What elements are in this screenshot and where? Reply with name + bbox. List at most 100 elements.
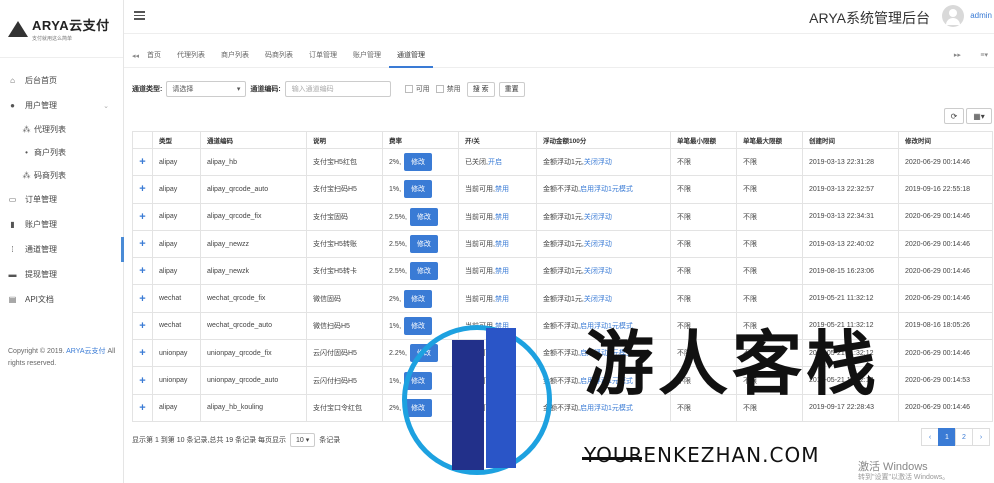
toggle-float-link[interactable]: 关闭浮动 — [584, 268, 612, 275]
sidebar-item-api-docs[interactable]: ▤ API文档 — [0, 287, 123, 312]
toggle-float-link[interactable]: 启用浮动1元模式 — [580, 186, 633, 193]
sidebar-item-withdrawals[interactable]: ▬ 提现管理 — [0, 262, 123, 287]
cell-code: alipay_newzz — [200, 229, 307, 259]
reset-button[interactable]: 重置 — [498, 81, 525, 97]
cell-max: 不限 — [736, 284, 803, 313]
toggle-float-link[interactable]: 关闭浮动 — [584, 159, 612, 166]
page-next-button[interactable]: › — [972, 428, 990, 446]
sidebar-item-accounts[interactable]: ▮ 账户管理 — [0, 212, 123, 237]
tab-channels[interactable]: 通道管理 — [389, 44, 434, 68]
cell-rate: 2.5%, 修改 — [382, 257, 459, 286]
brand-title: ARYA云支付 — [32, 18, 110, 33]
page-size-select[interactable]: 10 ▾ — [290, 433, 316, 447]
cell-created: 2019-08-15 16:23:06 — [802, 257, 899, 286]
expand-row-icon[interactable]: + — [132, 175, 153, 204]
expand-row-icon[interactable]: + — [132, 366, 153, 395]
grid-icon: ▦▾ — [973, 111, 985, 121]
cell-float: 金额浮动1元,关闭浮动 — [536, 257, 671, 286]
cell-type: unionpay — [152, 339, 201, 368]
expand-row-icon[interactable]: + — [132, 284, 153, 313]
disabled-checkbox[interactable]: 禁用 — [435, 84, 461, 94]
code-input[interactable]: 输入通道编码 — [284, 81, 391, 97]
cell-modified: 2020-06-29 00:14:46 — [898, 147, 993, 177]
cell-type: alipay — [152, 175, 201, 204]
expand-row-icon[interactable]: + — [132, 339, 153, 368]
page-prev-button[interactable]: ‹ — [921, 428, 939, 446]
cell-status: 已关闭,开启 — [458, 147, 537, 177]
copyright-link[interactable]: ARYA云支付 — [66, 348, 105, 355]
toggle-status-link[interactable]: 禁用 — [495, 241, 509, 248]
page-1-button[interactable]: 1 — [938, 428, 956, 446]
cell-min: 不限 — [670, 147, 737, 177]
expand-row-icon[interactable]: + — [132, 202, 153, 231]
cell-max: 不限 — [736, 257, 803, 286]
cell-desc: 云闪付扫码H5 — [306, 366, 383, 395]
user-menu[interactable]: admin — [970, 11, 992, 20]
cell-status: 当前可用,禁用 — [458, 202, 537, 231]
toggle-status-link[interactable]: 禁用 — [495, 296, 509, 303]
chevron-down-icon: ▾ — [236, 86, 241, 93]
available-checkbox[interactable]: 可用 — [404, 84, 430, 94]
edit-rate-button[interactable]: 修改 — [409, 207, 438, 226]
toggle-status-link[interactable]: 禁用 — [495, 268, 509, 275]
cell-desc: 支付宝H5红包 — [306, 147, 383, 177]
search-button[interactable]: 搜 索 — [466, 81, 495, 97]
tab-scroll-left-icon[interactable]: ◂◂ — [132, 52, 139, 60]
tab-actions-icon[interactable]: ▸▸ ≡▾ — [954, 44, 988, 68]
expand-row-icon[interactable]: + — [132, 147, 153, 177]
page-title: ARYA系统管理后台 — [809, 10, 930, 26]
sidebar-item-home[interactable]: ⌂ 后台首页 — [0, 68, 123, 93]
edit-rate-button[interactable]: 修改 — [409, 235, 438, 254]
cell-created: 2019-03-13 22:31:28 — [802, 147, 899, 177]
cell-desc: 支付宝H5转账 — [306, 229, 383, 259]
sidebar-item-orders[interactable]: ▭ 订单管理 — [0, 187, 123, 212]
expand-row-icon[interactable]: + — [132, 229, 153, 259]
tab-agents[interactable]: 代理列表 — [169, 44, 213, 68]
toggle-status-link[interactable]: 禁用 — [495, 186, 509, 193]
credit-icon: ▬ — [8, 270, 17, 279]
expand-row-icon[interactable]: + — [132, 311, 153, 341]
tab-home[interactable]: 首页 — [139, 44, 169, 68]
toggle-float-link[interactable]: 关闭浮动 — [584, 214, 612, 221]
avatar[interactable] — [942, 5, 964, 27]
page-2-button[interactable]: 2 — [955, 428, 973, 446]
cell-status: 当前可用,禁用 — [458, 257, 537, 286]
edit-rate-button[interactable]: 修改 — [404, 153, 433, 172]
columns-button[interactable]: ▦▾ — [966, 108, 992, 124]
toggle-float-link[interactable]: 关闭浮动 — [584, 296, 612, 303]
cell-modified: 2020-06-29 00:14:46 — [898, 284, 993, 313]
sidebar-item-code-merchants[interactable]: ⁂ 码商列表 — [0, 164, 123, 187]
menu-toggle-icon[interactable] — [134, 11, 145, 20]
toggle-float-link[interactable]: 关闭浮动 — [584, 241, 612, 248]
table-row: + wechat wechat_qrcode_fix 微信固码 2%, 修改 当前可用,禁用… — [132, 284, 993, 313]
sidebar-item-merchants[interactable]: • 商户列表 — [0, 141, 123, 164]
sidebar-item-agents[interactable]: ⁂ 代理列表 — [0, 118, 123, 141]
sidebar-item-channels[interactable]: ⁞ 通道管理 — [0, 237, 124, 262]
money-icon: ▮ — [10, 220, 15, 229]
type-select[interactable]: 请选择 ▾ — [166, 81, 247, 97]
expand-row-icon[interactable]: + — [132, 393, 153, 422]
toggle-status-link[interactable]: 开启 — [488, 159, 502, 166]
cell-modified: 2020-06-29 00:14:46 — [898, 393, 993, 422]
edit-rate-button[interactable]: 修改 — [404, 316, 433, 335]
tab-code-merchants[interactable]: 码商列表 — [257, 44, 301, 68]
cell-max: 不限 — [736, 147, 803, 177]
expand-row-icon[interactable]: + — [132, 257, 153, 286]
type-label: 通道类型: — [132, 86, 163, 93]
code-label: 通道编码: — [250, 86, 281, 93]
cell-code: unionpay_qrcode_auto — [200, 366, 307, 395]
cell-code: alipay_qrcode_fix — [200, 202, 307, 231]
sidebar-item-user-management[interactable]: ● 用户管理 ⌄ — [0, 93, 123, 118]
cell-desc: 支付宝H5转卡 — [306, 257, 383, 286]
edit-rate-button[interactable]: 修改 — [409, 262, 438, 281]
toggle-status-link[interactable]: 禁用 — [495, 214, 509, 221]
edit-rate-button[interactable]: 修改 — [404, 180, 433, 199]
tab-accounts[interactable]: 账户管理 — [345, 44, 389, 68]
edit-rate-button[interactable]: 修改 — [404, 289, 433, 308]
tab-merchants[interactable]: 商户列表 — [213, 44, 257, 68]
cell-float: 金额浮动1元,关闭浮动 — [536, 229, 671, 259]
refresh-button[interactable]: ⟳ — [944, 108, 964, 124]
tab-orders[interactable]: 订单管理 — [301, 44, 345, 68]
logo[interactable]: ARYA云支付 支付就用这么简单 — [0, 0, 123, 58]
home-icon: ⌂ — [10, 76, 15, 85]
